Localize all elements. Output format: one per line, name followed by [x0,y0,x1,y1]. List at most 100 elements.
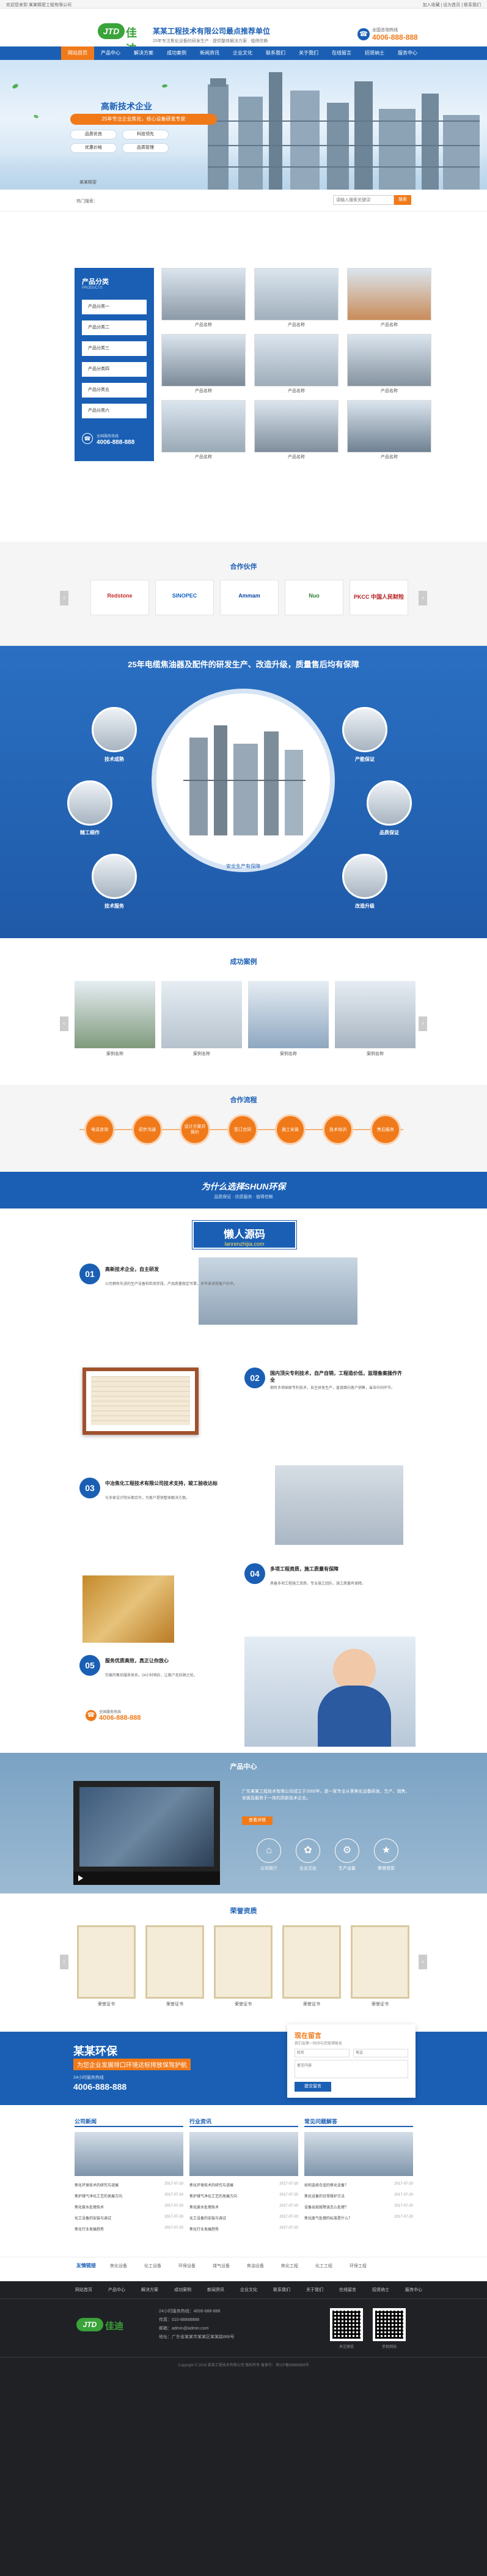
top-links[interactable]: 加入收藏 | 设为首页 | 联系我们 [423,2,481,8]
product-image[interactable] [254,400,339,453]
cases-next-button[interactable]: › [419,1016,427,1031]
partner-logo[interactable]: Ammam [220,580,279,615]
footer-nav-item[interactable]: 在线留言 [331,2287,364,2293]
product-name[interactable]: 产品名称 [347,454,431,460]
friend-link[interactable]: 焦化工程 [281,2263,298,2269]
footer-nav-item[interactable]: 网站首页 [67,2287,100,2293]
case-image[interactable] [335,981,416,1048]
honor-name[interactable]: 荣誉证书 [214,2001,273,2007]
news-item[interactable]: 设备出现故障该怎么处理？ [304,2204,384,2210]
case-name[interactable]: 案例名称 [75,1051,155,1057]
product-name[interactable]: 产品名称 [254,454,339,460]
footer-nav-item[interactable]: 新闻资讯 [199,2287,232,2293]
friend-link[interactable]: 焦油设备 [247,2263,264,2269]
news-thumbnail[interactable] [189,2132,298,2176]
logo[interactable]: JTD 佳迪 [98,23,147,55]
footer-nav-item[interactable]: 成功案例 [166,2287,199,2293]
product-category-item[interactable]: 产品分类五 [82,383,147,398]
news-column-title[interactable]: 常见问题解答 [304,2117,413,2127]
friend-link[interactable]: 化工工程 [315,2263,332,2269]
product-name[interactable]: 产品名称 [161,388,246,394]
search-input[interactable] [333,195,394,205]
nav-item[interactable]: 联系我们 [259,46,292,60]
product-center-icon-label[interactable]: 公司简介 [252,1865,286,1871]
nav-item[interactable]: 网站首页 [61,46,94,60]
friend-link[interactable]: 环保工程 [350,2263,367,2269]
case-image[interactable] [161,981,242,1048]
message-textarea[interactable] [295,2060,408,2078]
news-item[interactable]: 化工设备的安装与调试 [75,2215,154,2221]
news-item[interactable]: 焦化废水处理技术 [75,2204,154,2210]
product-name[interactable]: 产品名称 [254,322,339,328]
footer-nav-item[interactable]: 产品中心 [100,2287,133,2293]
news-item[interactable]: 焦化废气处理的标准是什么？ [304,2215,384,2221]
friend-link[interactable]: 焦化设备 [110,2263,127,2269]
news-column-title[interactable]: 行业资讯 [189,2117,298,2127]
product-center-icon-label[interactable]: 生产设备 [330,1865,364,1871]
news-item[interactable]: 焦化废水处理技术 [189,2204,269,2210]
product-name[interactable]: 产品名称 [161,322,246,328]
submit-button[interactable]: 提交留言 [295,2082,331,2092]
product-center-icon-label[interactable]: 荣誉资质 [369,1865,403,1871]
news-item[interactable]: 焦化设备的日常维护方法 [304,2193,384,2199]
case-name[interactable]: 案例名称 [248,1051,329,1057]
product-name[interactable]: 产品名称 [161,454,246,460]
product-category-item[interactable]: 产品分类二 [82,320,147,335]
partners-prev-button[interactable]: ‹ [60,591,68,605]
product-name[interactable]: 产品名称 [347,388,431,394]
case-image[interactable] [248,981,329,1048]
product-center-icon[interactable]: ⚙ [335,1838,359,1863]
product-image[interactable] [347,268,431,320]
news-thumbnail[interactable] [75,2132,183,2176]
banner-feature-button[interactable]: 科技领先 [122,130,169,139]
news-item[interactable]: 焦炉煤气净化工艺的发展方向 [75,2193,154,2199]
honor-name[interactable]: 荣誉证书 [145,2001,204,2007]
product-image[interactable] [347,400,431,453]
case-name[interactable]: 案例名称 [161,1051,242,1057]
product-category-item[interactable]: 产品分类三 [82,341,147,356]
video-player[interactable] [73,1781,220,1885]
nav-item[interactable]: 在线留言 [325,46,358,60]
friend-link[interactable]: 化工设备 [144,2263,161,2269]
nav-item[interactable]: 关于我们 [292,46,325,60]
product-center-icon[interactable]: ✿ [296,1838,320,1863]
nav-item[interactable]: 成功案例 [160,46,193,60]
search-button[interactable]: 搜索 [394,195,411,205]
product-image[interactable] [161,400,246,453]
banner-feature-button[interactable]: 品质管理 [122,143,169,153]
cases-prev-button[interactable]: ‹ [60,1016,68,1031]
honor-certificate[interactable] [145,1925,204,1999]
nav-item[interactable]: 服务中心 [391,46,424,60]
case-name[interactable]: 案例名称 [335,1051,416,1057]
footer-nav-item[interactable]: 服务中心 [397,2287,430,2293]
partner-logo[interactable]: SINOPEC [155,580,214,615]
nav-item[interactable]: 新闻资讯 [193,46,226,60]
product-image[interactable] [254,268,339,320]
news-item[interactable]: 如何选择合适的焦化设备？ [304,2182,384,2188]
product-image[interactable] [347,334,431,387]
nav-item[interactable]: 解决方案 [127,46,160,60]
product-category-item[interactable]: 产品分类四 [82,362,147,377]
product-center-icon[interactable]: ⌂ [257,1838,281,1863]
news-item[interactable]: 焦化环保技术的研究与进展 [75,2182,154,2188]
name-field[interactable] [295,2049,350,2057]
footer-nav-item[interactable]: 解决方案 [133,2287,166,2293]
honor-name[interactable]: 荣誉证书 [351,2001,409,2007]
friend-link[interactable]: 环保设备 [178,2263,196,2269]
product-image[interactable] [254,334,339,387]
view-details-button[interactable]: 查看详情 [242,1816,273,1825]
news-column-title[interactable]: 公司新闻 [75,2117,183,2127]
partners-next-button[interactable]: › [419,591,427,605]
news-item[interactable]: 焦化行业发展趋势 [75,2226,154,2232]
footer-nav-item[interactable]: 联系我们 [265,2287,298,2293]
footer-nav-item[interactable]: 招贤纳士 [364,2287,397,2293]
honor-name[interactable]: 荣誉证书 [77,2001,136,2007]
product-center-icon[interactable]: ★ [374,1838,398,1863]
product-name[interactable]: 产品名称 [347,322,431,328]
product-image[interactable] [161,334,246,387]
phone-field[interactable] [353,2049,408,2057]
case-image[interactable] [75,981,155,1048]
footer-nav-item[interactable]: 关于我们 [298,2287,331,2293]
banner-feature-button[interactable]: 优惠价格 [70,143,117,153]
product-image[interactable] [161,268,246,320]
